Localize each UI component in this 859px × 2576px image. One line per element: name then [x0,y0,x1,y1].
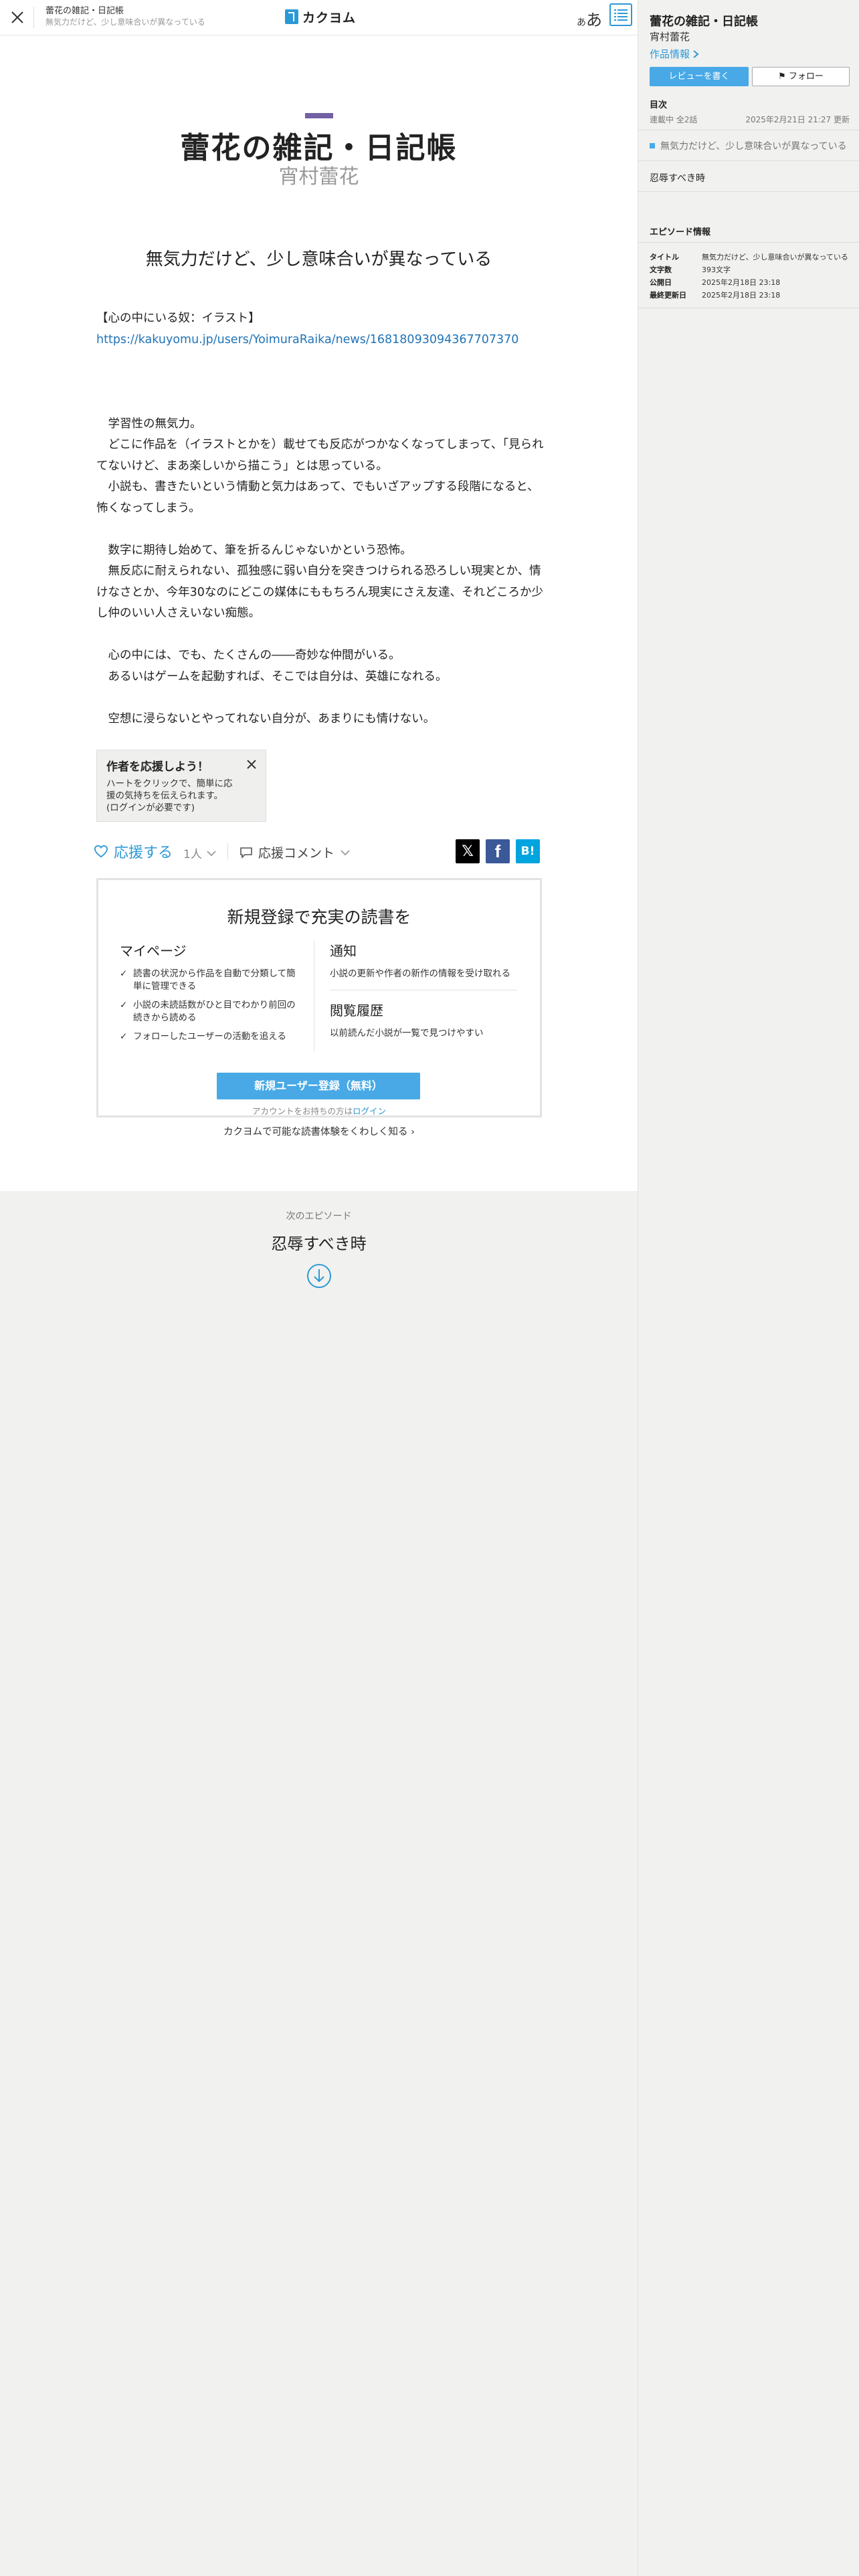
episode-meta: タイトル 無気力だけど、少し意味合いが異なっている 文字数 393文字 公開日 202… [650,250,854,301]
logo-mark-icon [285,9,298,24]
episode-main: 蕾花の雑記・日記帳 宵村蕾花 無気力だけど、少し意味合いが異なっている 【心の中… [0,35,638,1191]
current-marker-icon [650,143,655,148]
sidebar-author[interactable]: 宵村蕾花 [650,29,690,43]
next-episode-label: 次のエピソード [286,1211,352,1222]
check-icon: ✓ [120,968,128,979]
cheer-tip-title: 作者を応援しよう！ [106,760,209,774]
title-decoration [305,113,333,118]
cheer-count-dropdown[interactable]: 1人 [183,845,217,861]
header-titles[interactable]: 蕾花の雑記・日記帳 無気力だけど、少し意味合いが異なっている [45,5,205,27]
login-link[interactable]: ログイン [353,1106,386,1116]
login-line: アカウントをお持ちの方はログイン [252,1106,387,1116]
mypage-column: マイページ ✓ 読書の状況から作品を自動で分類して簡単に管理できる ✓ 小説の未読話… [120,940,299,1049]
cheer-label: 応援する [114,845,173,861]
work-info-link[interactable]: 作品情報 [650,47,699,61]
signup-title: 新規登録で充実の読書を [227,907,411,927]
toc-episode-current[interactable]: 無気力だけど、少し意味合いが異なっている [650,139,847,152]
top-bar: 蕾花の雑記・日記帳 無気力だけど、少し意味合いが異なっている カクヨム ああ [0,0,638,35]
episode-body: 【心の中にいる奴：イラスト】 https://kakuyomu.jp/users… [96,308,545,730]
feature-item: ✓ 小説の未読話数がひと目でわかり前回の続きから読める [120,1000,296,1023]
body-paragraph: 小説も、書きたいという情動と気力はあって、でもいざアップする段階になると、怖くな… [96,480,539,515]
episode-info-heading: エピソード情報 [650,227,711,237]
heart-icon [94,845,108,858]
feature-item: ✓ フォローしたユーザーの活動を追える [120,1031,286,1042]
body-paragraph: 数字に期待し始めて、筆を折るんじゃないかという恐怖。 [96,543,412,557]
divider [33,7,34,28]
divider [227,843,228,859]
meta-row: 公開日 2025年2月18日 23:18 [650,278,781,287]
notify-heading: 通知 [330,943,357,959]
toc-episode[interactable]: 忍辱すべき時 [650,171,705,185]
check-icon: ✓ [120,1031,128,1042]
comment-icon [240,847,252,859]
history-text: 以前読んだ小説が一覧で見つけやすい [330,1028,484,1039]
divider [638,160,859,161]
cheer-comment-button[interactable]: 応援コメント [240,843,351,861]
serial-status: 連載中 全2話 [650,115,698,124]
header-work-title: 蕾花の雑記・日記帳 [45,6,124,16]
font-button-large: あ [586,11,602,29]
meta-row: 文字数 393文字 [650,265,731,274]
work-author[interactable]: 宵村蕾花 [0,160,638,189]
mypage-heading: マイページ [120,943,187,959]
notify-column: 通知 小説の更新や作者の新作の情報を受け取れる 閲覧履歴 以前読んだ小説が一覧で… [330,940,517,1040]
body-paragraph: あるいはゲームを起動すれば、そこでは自分は、英雄になれる。 [96,669,448,683]
divider [638,242,859,243]
toc-sidebar: 蕾花の雑記・日記帳 宵村蕾花 作品情報 レビューを書く ⚑ フォロー 目次 連載… [638,0,859,2576]
episode-title: 無気力だけど、少し意味合いが異なっている [145,249,492,270]
body-intro: 【心の中にいる奴：イラスト】 [96,312,260,325]
share-x-icon[interactable]: 𝕏 [456,839,480,863]
meta-row: タイトル 無気力だけど、少し意味合いが異なっている [650,252,848,261]
chevron-down-icon [341,849,350,855]
arrow-down-icon[interactable] [306,1263,332,1289]
notify-text: 小説の更新や作者の新作の情報を受け取れる [330,968,510,979]
body-paragraph: 学習性の無気力。 [96,417,202,431]
close-icon[interactable] [8,8,27,27]
feature-item: ✓ 読書の状況から作品を自動で分類して簡単に管理できる [120,968,296,992]
history-heading: 閲覧履歴 [330,1002,383,1018]
cheer-tip-popup: 作者を応援しよう！ ハートをクリックで、簡単に応援の気持ちを伝えられます。(ログ… [96,750,266,822]
cheer-tip-body: ハートをクリックで、簡単に応援の気持ちを伝えられます。(ログインが必要です) [106,778,233,813]
kakuyomu-logo[interactable]: カクヨム [285,8,356,25]
body-paragraph: どこに作品を（イラストとかを）載せても反応がつかなくなってしまって、「見られてな… [96,438,544,473]
divider [638,191,859,192]
updated-date: 2025年2月21日 21:27 更新 [745,115,850,124]
chevron-right-icon [693,49,699,58]
meta-row: 最終更新日 2025年2月18日 23:18 [650,290,781,300]
list-icon [614,9,628,21]
comment-label: 応援コメント [258,846,335,861]
next-episode-title[interactable]: 忍辱すべき時 [0,1230,638,1254]
font-button-small: あ [577,17,586,28]
write-review-button[interactable]: レビューを書く [650,67,749,86]
body-paragraph: 空想に浸らないとやってれない自分が、あまりにも情けない。 [96,712,436,726]
header-episode-title: 無気力だけど、少し意味合いが異なっている [45,17,205,27]
episode-actions: 応援する 1人 応援コメント 𝕏 f B! [94,835,545,865]
share-facebook-icon[interactable]: f [486,839,510,863]
body-paragraph: 無反応に耐えられない、孤独感に弱い自分を突きつけられる恐ろしい現実とか、情けなさ… [96,564,544,620]
signup-promo: 新規登録で充実の読書を マイページ ✓ 読書の状況から作品を自動で分類して簡単に管… [96,878,542,1117]
share-hatena-icon[interactable]: B! [516,839,540,863]
check-icon: ✓ [120,1000,128,1010]
toc-toggle-button[interactable] [609,3,632,26]
body-paragraph: 心の中には、でも、たくさんの――奇妙な仲間がいる。 [96,649,401,662]
follow-button[interactable]: ⚑ フォロー [752,67,850,86]
body-link[interactable]: https://kakuyomu.jp/users/YoimuraRaika/n… [96,333,518,346]
cheer-count: 1人 [183,848,202,861]
logo-text: カクヨム [302,10,357,25]
cheer-button[interactable]: 応援する [94,841,173,862]
chevron-down-icon [207,850,216,856]
sidebar-work-title[interactable]: 蕾花の雑記・日記帳 [650,12,758,29]
learn-more-link[interactable]: カクヨムで可能な読書体験をくわしく知る › [96,1124,542,1138]
close-icon[interactable] [246,758,258,770]
signup-button[interactable]: 新規ユーザー登録（無料） [217,1073,420,1099]
font-settings-button[interactable]: ああ [577,7,602,30]
toc-heading: 目次 [650,100,668,110]
